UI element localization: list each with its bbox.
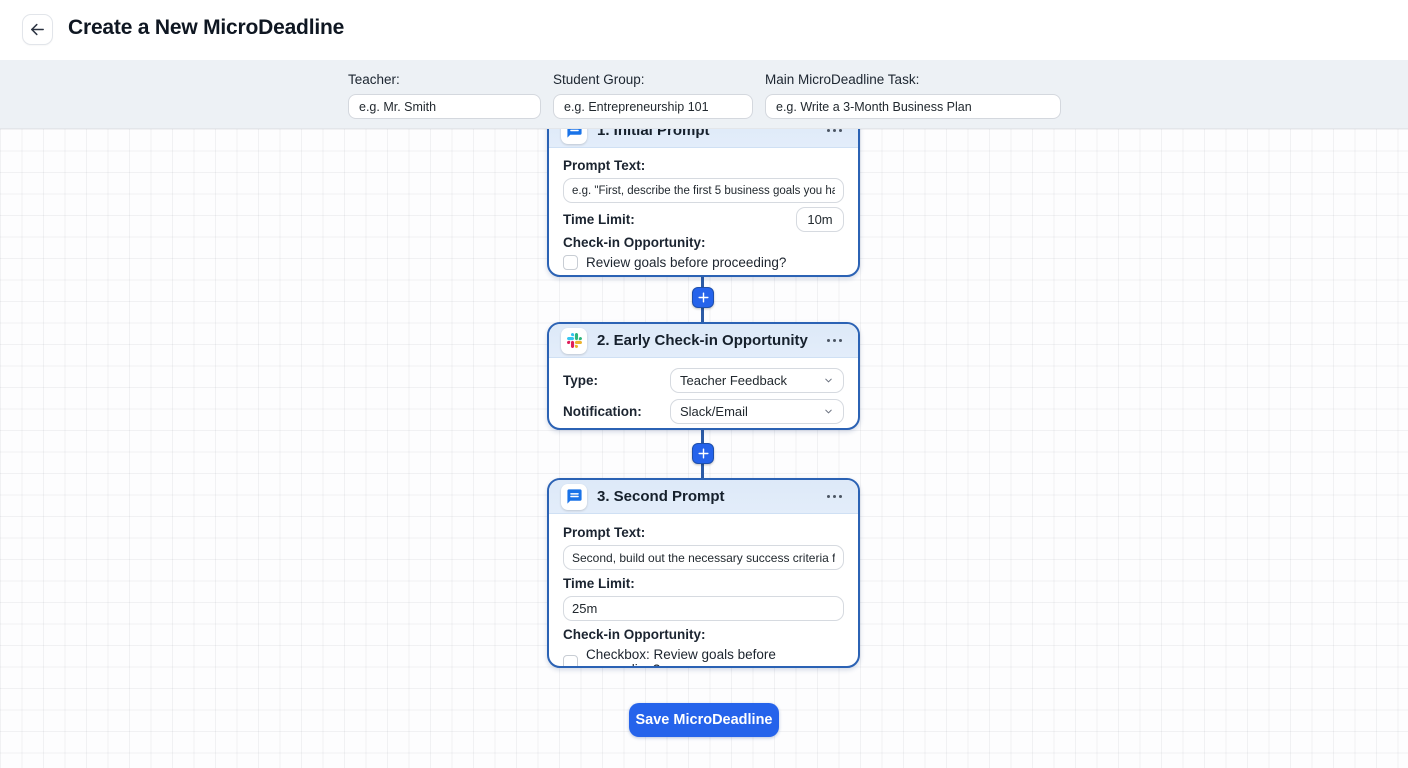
step1-prompt-input[interactable] [563, 178, 844, 203]
teacher-field-group: Teacher: [348, 72, 541, 119]
student-group-input[interactable] [553, 94, 753, 119]
step2-notification-value: Slack/Email [680, 404, 823, 419]
step1-title: 1. Initial Prompt [597, 129, 710, 139]
student-group-field-group: Student Group: [553, 72, 753, 119]
step1-prompt-label: Prompt Text: [563, 158, 844, 173]
main-task-input[interactable] [765, 94, 1061, 119]
step2-type-row: Type: Teacher Feedback [563, 368, 844, 393]
step1-time-label: Time Limit: [563, 212, 635, 227]
plus-icon [697, 291, 710, 304]
main-task-field-group: Main MicroDeadline Task: [765, 72, 1061, 119]
step3-header: 3. Second Prompt [549, 480, 858, 514]
step3-title: 3. Second Prompt [597, 488, 725, 505]
add-step-button-2[interactable] [692, 443, 714, 464]
step2-type-label: Type: [563, 373, 670, 388]
chevron-down-icon [823, 406, 834, 417]
teacher-input[interactable] [348, 94, 541, 119]
plus-icon [697, 447, 710, 460]
chat-bubble-icon [561, 484, 587, 510]
step3-checkin-label: Check-in Opportunity: [563, 627, 844, 642]
arrow-left-icon [29, 21, 46, 38]
workflow-canvas: 1. Initial Prompt Prompt Text: Time Limi… [0, 129, 1408, 768]
page-title: Create a New MicroDeadline [68, 16, 344, 40]
step-card-second-prompt: 3. Second Prompt Prompt Text: Time Limit… [547, 478, 860, 668]
step2-body: Type: Teacher Feedback Notification: Sla… [549, 358, 858, 430]
step-card-early-checkin: 2. Early Check-in Opportunity Type: Teac… [547, 322, 860, 430]
step3-prompt-input[interactable] [563, 545, 844, 570]
save-microdeadline-button[interactable]: Save MicroDeadline [629, 703, 779, 737]
step2-notification-label: Notification: [563, 404, 670, 419]
student-group-label: Student Group: [553, 72, 753, 87]
step3-time-input[interactable] [563, 596, 844, 621]
step1-time-input[interactable] [796, 207, 844, 232]
create-microdeadline-page: Create a New MicroDeadline Teacher: Stud… [0, 0, 1408, 768]
step2-header: 2. Early Check-in Opportunity [549, 324, 858, 358]
step1-checkbox-row: Review goals before proceeding? [563, 255, 844, 270]
step3-time-label: Time Limit: [563, 576, 844, 591]
step1-header: 1. Initial Prompt [549, 129, 858, 148]
step1-checkbox-label: Review goals before proceeding? [586, 255, 786, 270]
step2-type-select[interactable]: Teacher Feedback [670, 368, 844, 393]
top-header: Create a New MicroDeadline [0, 0, 1408, 60]
add-step-button-1[interactable] [692, 287, 714, 308]
teacher-label: Teacher: [348, 72, 541, 87]
step3-prompt-label: Prompt Text: [563, 525, 844, 540]
step3-checkbox-label: Checkbox: Review goals before proceeding… [586, 647, 844, 668]
step3-body: Prompt Text: Time Limit: Check-in Opport… [549, 514, 858, 668]
step3-checkbox[interactable] [563, 655, 578, 669]
main-task-label: Main MicroDeadline Task: [765, 72, 1061, 87]
step1-menu-ellipsis-icon[interactable] [823, 129, 846, 136]
step1-checkbox[interactable] [563, 255, 578, 270]
step3-checkbox-row: Checkbox: Review goals before proceeding… [563, 647, 844, 668]
step3-menu-ellipsis-icon[interactable] [823, 491, 846, 502]
step1-time-row: Time Limit: [563, 207, 844, 232]
back-button[interactable] [22, 14, 53, 45]
chevron-down-icon [823, 375, 834, 386]
step1-body: Prompt Text: Time Limit: Check-in Opport… [549, 148, 858, 277]
step-card-initial-prompt: 1. Initial Prompt Prompt Text: Time Limi… [547, 129, 860, 277]
slack-logo-icon [561, 328, 587, 354]
chat-bubble-icon [561, 129, 587, 144]
step2-type-value: Teacher Feedback [680, 373, 823, 388]
step2-menu-ellipsis-icon[interactable] [823, 335, 846, 346]
setup-form-bar: Teacher: Student Group: Main MicroDeadli… [0, 60, 1408, 129]
step2-notification-select[interactable]: Slack/Email [670, 399, 844, 424]
step2-notification-row: Notification: Slack/Email [563, 399, 844, 424]
step2-title: 2. Early Check-in Opportunity [597, 332, 808, 349]
step1-checkin-label: Check-in Opportunity: [563, 235, 844, 250]
